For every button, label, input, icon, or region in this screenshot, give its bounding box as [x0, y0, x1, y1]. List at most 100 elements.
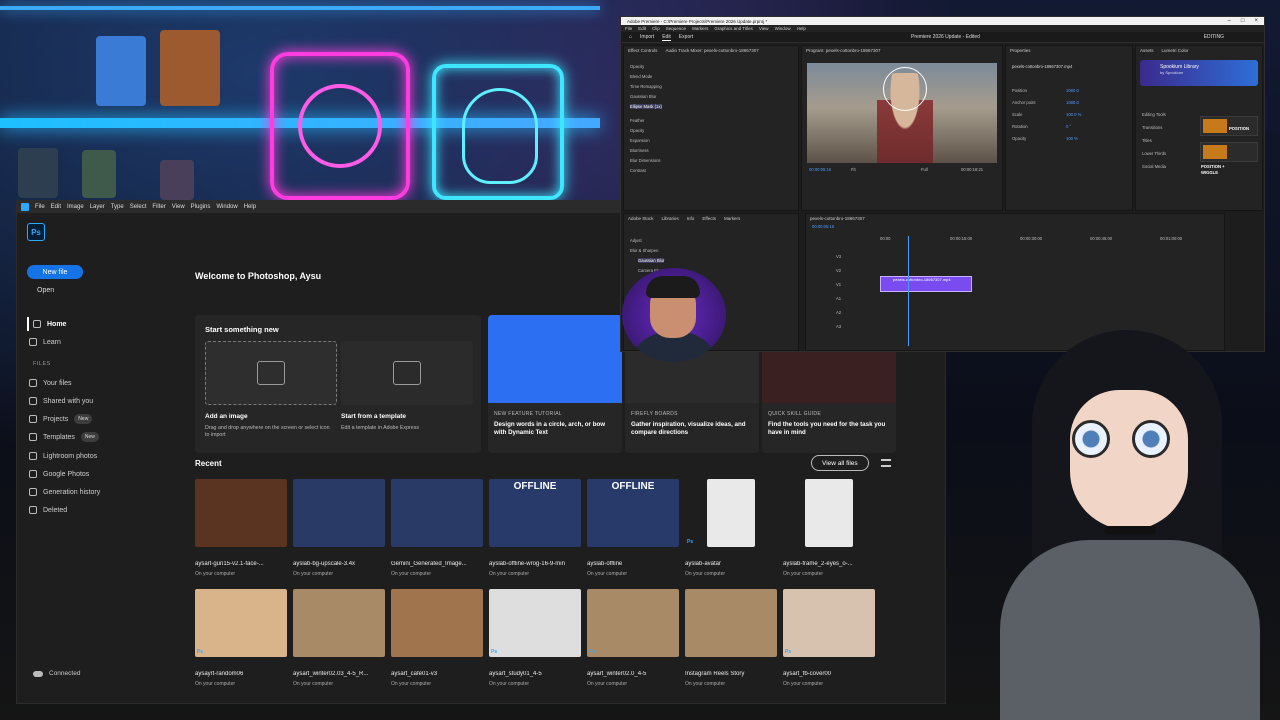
menu-file[interactable]: File: [35, 204, 45, 210]
view-all-files-button[interactable]: View all files: [811, 455, 869, 471]
tab-lumetri[interactable]: Lumetri Color: [1158, 46, 1193, 55]
bottom-tab[interactable]: Libraries: [658, 214, 683, 223]
track-header[interactable]: V1: [836, 282, 841, 287]
asset-category[interactable]: Editing Tools: [1142, 112, 1166, 117]
recent-file-card[interactable]: OFFLINE ayslab-offline-wrog-16-9-min On yo…: [489, 479, 581, 577]
pr-menu-window[interactable]: Window: [775, 26, 791, 31]
recent-file-card[interactable]: Ps aysart_fb-cover00 On your computer: [783, 589, 875, 687]
asset-category[interactable]: Titles: [1142, 138, 1152, 143]
menu-plugins[interactable]: Plugins: [191, 204, 211, 210]
recent-file-card[interactable]: Ps aysart_study01_4-5 On your computer: [489, 589, 581, 687]
property-value[interactable]: 100 %: [1066, 136, 1078, 141]
menu-image[interactable]: Image: [67, 204, 84, 210]
fx-row[interactable]: Contrast: [630, 168, 646, 173]
sidebar-item-your-files[interactable]: Your files: [29, 376, 179, 390]
pr-menu-help[interactable]: Help: [797, 26, 806, 31]
menu-window[interactable]: Window: [216, 204, 237, 210]
recent-file-card[interactable]: Ps aysart_winter02.0_4-5 On your computer: [587, 589, 679, 687]
tab-assets[interactable]: Assets: [1136, 46, 1158, 55]
fx-row[interactable]: Feather: [630, 118, 644, 123]
timeline-clip[interactable]: pexels-cottonbro-18667307.mp4: [880, 276, 972, 292]
minimize-icon[interactable]: –: [1228, 18, 1231, 24]
promo-card-dynamic-text[interactable]: NEW FEATURE TUTORIAL Design words in a c…: [488, 315, 622, 453]
playhead[interactable]: [908, 236, 909, 346]
sequence-tab[interactable]: pexels-cottonbro-18667307: [806, 214, 1224, 223]
menu-help[interactable]: Help: [244, 204, 256, 210]
timecode-current[interactable]: 00:00:05:16: [809, 167, 831, 172]
add-image-tile[interactable]: [205, 341, 337, 405]
sidebar-item-deleted[interactable]: Deleted: [29, 503, 179, 517]
fx-row[interactable]: Gaussian Blur: [630, 94, 656, 99]
fx-row[interactable]: Opacity: [630, 128, 644, 133]
asset-card-wiggle[interactable]: POSITION + WIGGLE: [1200, 142, 1258, 175]
fx-row[interactable]: Time Remapping: [630, 84, 662, 89]
home-icon[interactable]: ⌂: [629, 34, 632, 40]
pr-menu-view[interactable]: View: [759, 26, 769, 31]
library-banner[interactable]: Spookium Library by Spookium: [1140, 60, 1258, 86]
pr-menu-graphics[interactable]: Graphics and Titles: [714, 26, 753, 31]
effects-tree-item[interactable]: Gaussian Blur: [638, 258, 665, 263]
sidebar-item-projects[interactable]: Projects New: [29, 412, 179, 426]
recent-file-card[interactable]: Instagram Reels Story On your computer: [685, 589, 777, 687]
new-file-button[interactable]: New file: [27, 265, 83, 279]
track-header[interactable]: A2: [836, 310, 841, 315]
recent-file-card[interactable]: Ps aysayrt-random06 On your computer: [195, 589, 287, 687]
maximize-icon[interactable]: □: [1241, 18, 1245, 24]
recent-file-card[interactable]: Gemini_Generated_Image... On your compute…: [391, 479, 483, 577]
workspace-export[interactable]: Export: [679, 34, 693, 40]
effects-tree-item[interactable]: Adjust: [630, 238, 642, 243]
menu-view[interactable]: View: [172, 204, 185, 210]
template-tile[interactable]: [341, 341, 473, 405]
asset-category[interactable]: Lower Thirds: [1142, 151, 1166, 156]
fit-select[interactable]: Fit: [851, 167, 856, 172]
fx-row[interactable]: Expansion: [630, 138, 650, 143]
recent-file-card[interactable]: ayslab-frame_2-eyes_o-... On your compute…: [783, 479, 875, 577]
open-button[interactable]: Open: [37, 287, 54, 294]
fx-row[interactable]: Opacity: [630, 64, 644, 69]
recent-file-card[interactable]: aysart-gun15-v2.1-face-... On your comput…: [195, 479, 287, 577]
sequence-timecode[interactable]: 00:00:05:16: [812, 224, 834, 229]
asset-category[interactable]: Social Media: [1142, 164, 1166, 169]
bottom-tab[interactable]: Adobe Stock: [624, 214, 658, 223]
fx-row[interactable]: Blur Dimensions: [630, 158, 661, 163]
asset-card-position[interactable]: POSITION: [1200, 116, 1258, 136]
fx-row[interactable]: Blend Mode: [630, 74, 652, 79]
workspace-edit[interactable]: Edit: [662, 34, 671, 41]
pr-menu-edit[interactable]: Edit: [638, 26, 646, 31]
pr-menu-file[interactable]: File: [625, 26, 632, 31]
mask-handle-icon[interactable]: [883, 67, 927, 111]
track-header[interactable]: A3: [836, 324, 841, 329]
menu-filter[interactable]: Filter: [152, 204, 165, 210]
tab-audio-mixer[interactable]: Audio Track Mixer: pexels-cottonbro-1866…: [661, 46, 762, 55]
effects-tree-item[interactable]: Blur & Sharpen: [630, 248, 658, 253]
menu-type[interactable]: Type: [111, 204, 124, 210]
recent-file-card[interactable]: OFFLINE ayslab-offline On your computer: [587, 479, 679, 577]
recent-file-card[interactable]: aysart_winter02.03_4-5_R... On your compu…: [293, 589, 385, 687]
property-value[interactable]: 0 °: [1066, 124, 1071, 129]
workspace-import[interactable]: Import: [640, 34, 654, 40]
pr-menu-markers[interactable]: Markers: [692, 26, 708, 31]
bottom-tab[interactable]: Markers: [720, 214, 744, 223]
bottom-tab[interactable]: Info: [683, 214, 699, 223]
sidebar-item-generation-history[interactable]: Generation history: [29, 485, 179, 499]
recent-file-card[interactable]: aysart_cafe01-v3 On your computer: [391, 589, 483, 687]
sidebar-item-learn[interactable]: Learn: [29, 335, 179, 349]
fx-row[interactable]: Blurriness: [630, 148, 649, 153]
sidebar-item-lightroom[interactable]: Lightroom photos: [29, 449, 179, 463]
sidebar-item-google-photos[interactable]: Google Photos: [29, 467, 179, 481]
track-header[interactable]: V2: [836, 268, 841, 273]
property-value[interactable]: 1080.0: [1066, 100, 1079, 105]
sidebar-item-shared[interactable]: Shared with you: [29, 394, 179, 408]
track-header[interactable]: A1: [836, 296, 841, 301]
menu-edit[interactable]: Edit: [51, 204, 61, 210]
recent-file-card[interactable]: ayslab-bg-upscale-3.4x On your computer: [293, 479, 385, 577]
resolution-select[interactable]: Full: [921, 167, 928, 172]
menu-select[interactable]: Select: [130, 204, 147, 210]
pr-menu-sequence[interactable]: Sequence: [666, 26, 686, 31]
sidebar-item-home[interactable]: Home: [27, 317, 177, 331]
list-view-icon[interactable]: [881, 459, 891, 467]
track-header[interactable]: V3: [836, 254, 841, 259]
fx-row[interactable]: Ellipse Mask (1x): [630, 104, 662, 109]
property-value[interactable]: 100.0 %: [1066, 112, 1081, 117]
sidebar-item-templates[interactable]: Templates New: [29, 430, 179, 444]
